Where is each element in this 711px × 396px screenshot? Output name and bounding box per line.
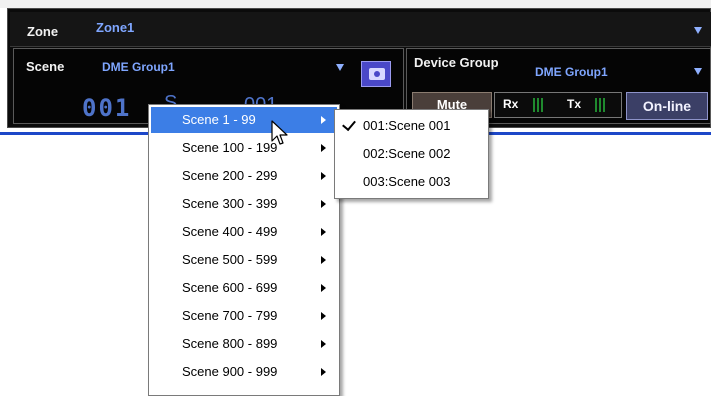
rx-label: Rx xyxy=(503,97,519,111)
rx-meter-bar xyxy=(533,98,535,112)
device-group-value[interactable]: DME Group1 xyxy=(535,65,608,79)
online-button[interactable]: On-line xyxy=(626,92,708,120)
scene-store-button[interactable] xyxy=(361,61,391,87)
submenu-item-label: 002:Scene 002 xyxy=(363,146,451,161)
zone-row[interactable]: Zone Zone1 xyxy=(10,12,711,47)
tx-meter-bar xyxy=(595,98,597,112)
menu-item-scene-600-699[interactable]: Scene 600 - 699 xyxy=(151,275,337,301)
submenu-item-scene-001[interactable]: 001:Scene 001 xyxy=(337,112,486,139)
tx-label: Tx xyxy=(567,97,582,111)
submenu-arrow-icon xyxy=(321,172,326,180)
submenu-arrow-icon xyxy=(321,312,326,320)
menu-item-scene-500-599[interactable]: Scene 500 - 599 xyxy=(151,247,337,273)
submenu-item-label: 001:Scene 001 xyxy=(363,118,451,133)
zone-label: Zone xyxy=(27,24,59,39)
submenu-item-scene-003[interactable]: 003:Scene 003 xyxy=(337,168,486,195)
menu-item-scene-300-399[interactable]: Scene 300 - 399 xyxy=(151,191,337,217)
submenu-arrow-icon xyxy=(321,340,326,348)
submenu-item-label: 003:Scene 003 xyxy=(363,174,451,189)
menu-item-scene-900-999[interactable]: Scene 900 - 999 xyxy=(151,359,337,385)
submenu-arrow-icon xyxy=(321,144,326,152)
menu-item-label: Scene 600 - 699 xyxy=(182,280,278,295)
menu-item-scene-800-899[interactable]: Scene 800 - 899 xyxy=(151,331,337,357)
menu-item-scene-400-499[interactable]: Scene 400 - 499 xyxy=(151,219,337,245)
menu-item-label: Scene 500 - 599 xyxy=(182,252,278,267)
check-icon xyxy=(342,116,356,132)
menu-item-label: Scene 800 - 899 xyxy=(182,336,278,351)
camera-icon xyxy=(369,68,385,80)
mouse-pointer-icon xyxy=(271,120,288,145)
menu-item-label: Scene 700 - 799 xyxy=(182,308,278,323)
device-group-dropdown-icon[interactable] xyxy=(694,68,702,75)
menu-item-label: Scene 400 - 499 xyxy=(182,224,278,239)
submenu-arrow-icon xyxy=(321,116,326,124)
scene-label: Scene xyxy=(26,59,65,74)
menu-item-label: Scene 300 - 399 xyxy=(182,196,278,211)
zone-value[interactable]: Zone1 xyxy=(96,20,134,35)
menu-item-label: Scene 200 - 299 xyxy=(182,168,278,183)
menu-item-scene-100-199[interactable]: Scene 100 - 199 xyxy=(151,135,337,161)
device-group-label: Device Group xyxy=(414,55,499,70)
scene-number-display: 001 xyxy=(82,94,132,122)
rx-meter-bar xyxy=(537,98,539,112)
menu-item-scene-200-299[interactable]: Scene 200 - 299 xyxy=(151,163,337,189)
menu-item-scene-1-99[interactable]: Scene 1 - 99 xyxy=(151,107,337,133)
submenu-item-scene-002[interactable]: 002:Scene 002 xyxy=(337,140,486,167)
submenu-arrow-icon xyxy=(321,368,326,376)
submenu-arrow-icon xyxy=(321,284,326,292)
scene-submenu: 001:Scene 001 002:Scene 002 003:Scene 00… xyxy=(334,109,489,199)
menu-item-label: Scene 900 - 999 xyxy=(182,364,278,379)
scene-group-value[interactable]: DME Group1 xyxy=(102,60,175,74)
submenu-arrow-icon xyxy=(321,228,326,236)
submenu-arrow-icon xyxy=(321,256,326,264)
menu-item-label: Scene 1 - 99 xyxy=(182,112,256,127)
scene-range-menu: Scene 1 - 99 Scene 100 - 199 Scene 200 -… xyxy=(148,104,340,396)
submenu-arrow-icon xyxy=(321,200,326,208)
tx-meter-bar xyxy=(599,98,601,112)
scene-group-dropdown-icon[interactable] xyxy=(336,64,344,71)
window-top-strip xyxy=(0,0,711,8)
menu-item-scene-700-799[interactable]: Scene 700 - 799 xyxy=(151,303,337,329)
rx-tx-indicator: Rx Tx xyxy=(494,92,622,118)
zone-dropdown-icon[interactable] xyxy=(694,27,702,34)
menu-item-label: Scene 100 - 199 xyxy=(182,140,278,155)
rx-meter-bar xyxy=(541,98,543,112)
tx-meter-bar xyxy=(603,98,605,112)
